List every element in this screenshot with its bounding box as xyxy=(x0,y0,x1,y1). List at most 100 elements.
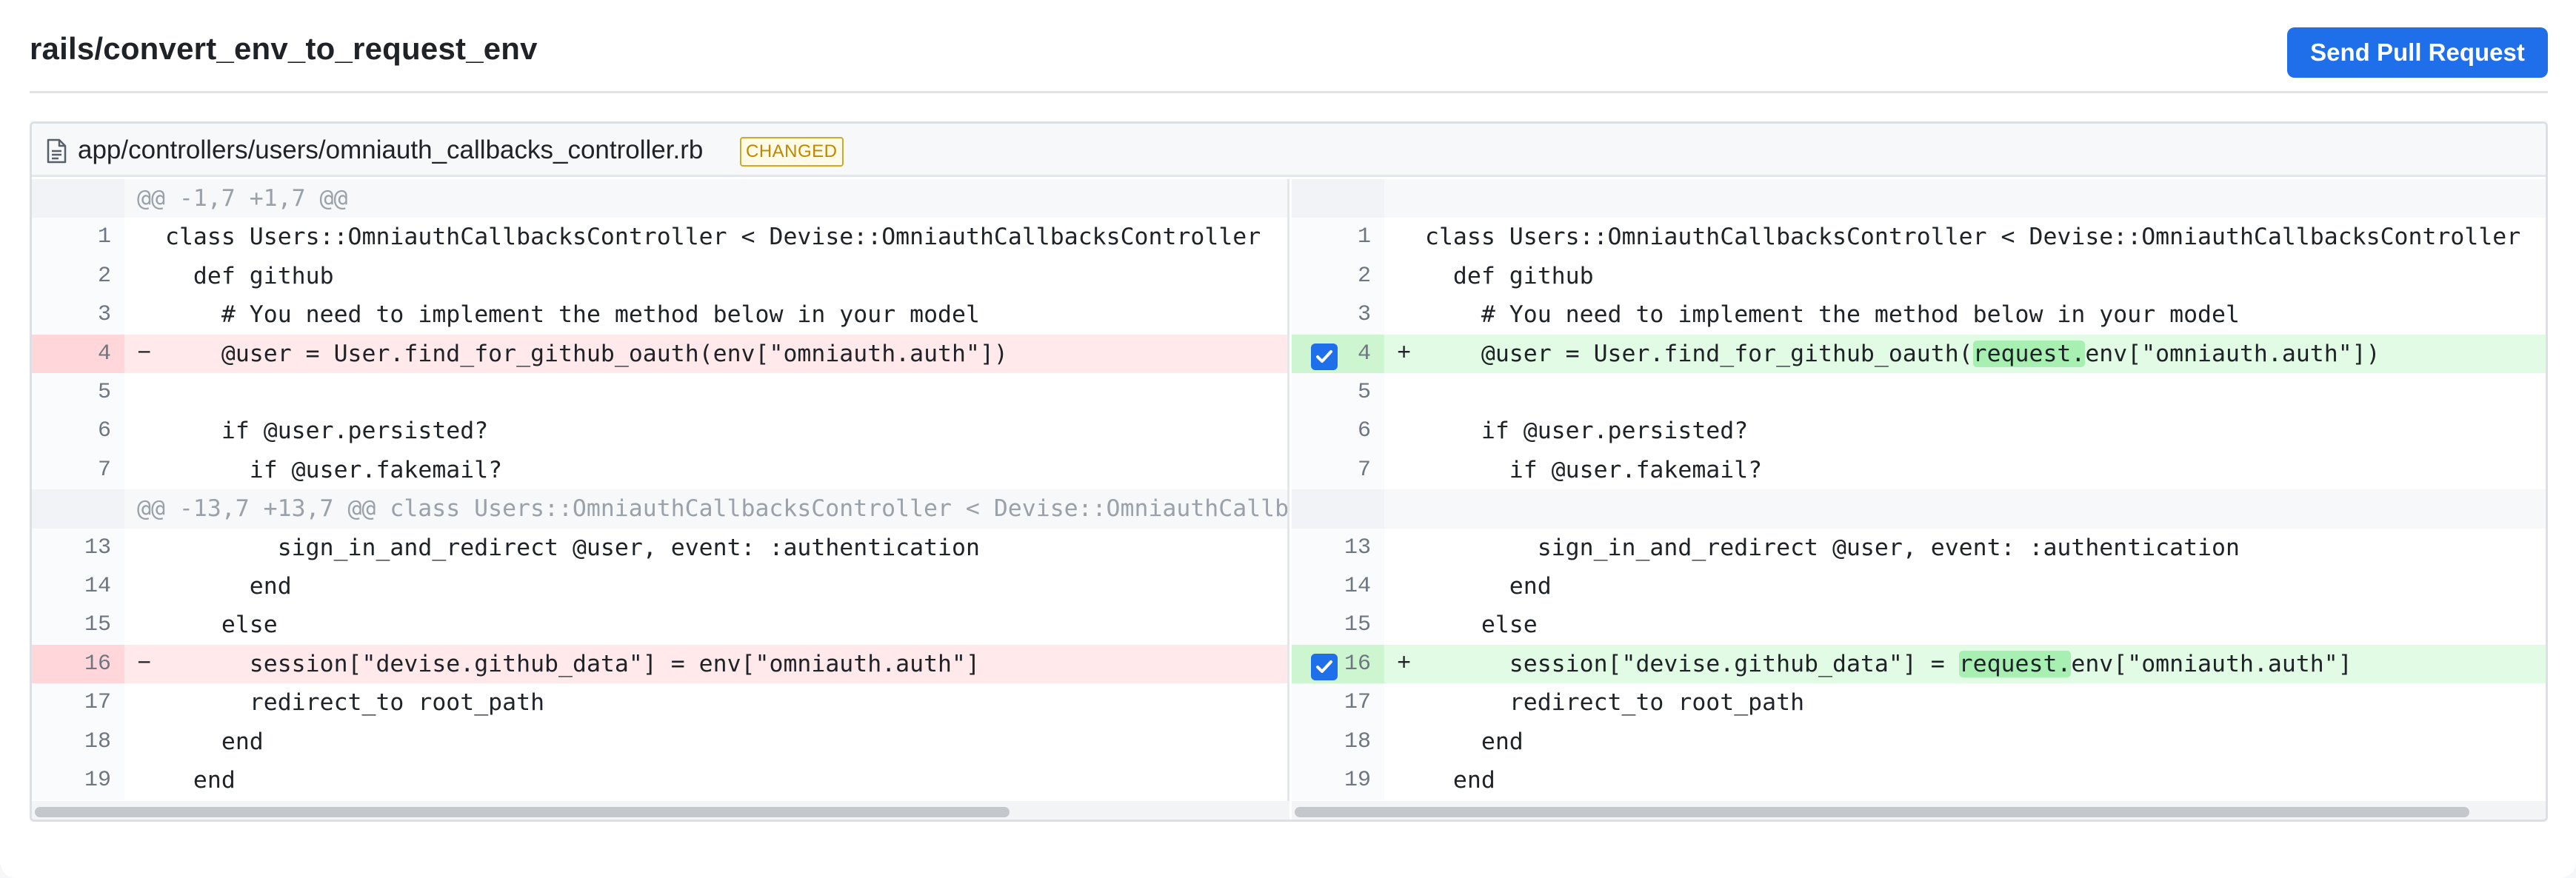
file-header: app/controllers/users/omniauth_callbacks… xyxy=(32,124,2546,177)
hunk-header-row: @@ -13,7 +13,7 @@ class Users::OmniauthC… xyxy=(32,489,1287,529)
code-text: @user = User.find_for_github_oauth(reque… xyxy=(1425,335,2380,373)
diff-sign: + xyxy=(1397,339,1412,367)
code-segment: def github xyxy=(1425,262,1594,289)
left-scrollbar-thumb[interactable] xyxy=(35,807,1010,817)
code-segment: @user = User.find_for_github_oauth( xyxy=(1425,340,1973,367)
line-number: 3 xyxy=(1357,302,1371,328)
code-text: class Users::OmniauthCallbacksController… xyxy=(1425,218,2520,256)
diff-line: 19 end xyxy=(32,761,1287,800)
diff-pane-modified[interactable]: 1 class Users::OmniauthCallbacksControlle… xyxy=(1292,179,2546,801)
code-segment: else xyxy=(1425,611,1538,639)
pull-request-card: rails/convert_env_to_request_env Send Pu… xyxy=(0,0,2576,878)
line-number: 6 xyxy=(1357,418,1371,444)
diff-line: 19 end xyxy=(1292,761,2546,800)
diff-pane-original[interactable]: @@ -1,7 +1,7 @@ 1 class Users::OmniauthCal… xyxy=(32,179,1289,801)
hunk-spacer-row xyxy=(1292,489,2546,529)
diff-line: 15 else xyxy=(1292,606,2546,645)
diff-line: 3 # You need to implement the method bel… xyxy=(1292,295,2546,335)
diff-line: 17 redirect_to root_path xyxy=(1292,683,2546,723)
hunk-spacer-row xyxy=(1292,179,2546,218)
diff-line: 14 end xyxy=(32,567,1287,606)
file-diff: app/controllers/users/omniauth_callbacks… xyxy=(30,121,2548,822)
diff-line: 5 xyxy=(32,373,1287,412)
right-horizontal-scrollbar[interactable] xyxy=(1292,801,2546,820)
line-number: 5 xyxy=(1357,380,1371,405)
code-text: sign_in_and_redirect @user, event: :auth… xyxy=(1425,529,2240,567)
diff-sign: − xyxy=(137,649,152,677)
branch-title: rails/convert_env_to_request_env xyxy=(30,31,538,66)
code-text: # You need to implement the method below… xyxy=(1425,295,2240,334)
diff-line: 13 sign_in_and_redirect @user, event: :a… xyxy=(32,528,1287,567)
page-header: rails/convert_env_to_request_env Send Pu… xyxy=(30,0,2548,93)
code-text: if @user.persisted? xyxy=(1425,412,1748,450)
line-number: 2 xyxy=(1357,263,1371,289)
diff-line: 14 end xyxy=(1292,567,2546,606)
left-horizontal-scrollbar[interactable] xyxy=(32,801,1289,820)
code-text: else xyxy=(165,611,278,639)
diff-line: 13 sign_in_and_redirect @user, event: :a… xyxy=(1292,528,2546,567)
code-segment: redirect_to root_path xyxy=(1425,689,1805,717)
line-number: 16 xyxy=(32,644,124,684)
right-scrollbar-thumb[interactable] xyxy=(1295,807,2469,817)
checkmark-icon xyxy=(1316,349,1332,363)
line-number-gutter xyxy=(1292,489,1384,529)
diff-line: 16− session["devise.github_data"] = env[… xyxy=(32,644,1287,684)
line-number-gutter: 19 xyxy=(1292,761,1384,800)
line-number-gutter: 6 xyxy=(1292,412,1384,451)
code-text: end xyxy=(1425,723,1524,761)
code-text: # You need to implement the method below… xyxy=(165,301,980,329)
line-number: 5 xyxy=(32,373,124,412)
code-segment: env["omniauth.auth"]) xyxy=(2085,340,2380,367)
line-number-gutter: 15 xyxy=(1292,606,1384,645)
line-number: 17 xyxy=(1344,690,1371,716)
line-number: 1 xyxy=(32,218,124,257)
code-text: end xyxy=(165,728,264,755)
code-segment: if @user.persisted? xyxy=(1425,418,1749,445)
line-number: 19 xyxy=(1344,768,1371,793)
send-pull-request-button[interactable]: Send Pull Request xyxy=(2287,27,2548,78)
line-number: 17 xyxy=(32,683,124,723)
code-segment: env["omniauth.auth"] xyxy=(2071,650,2352,677)
line-number: 4 xyxy=(1357,341,1371,366)
line-number-gutter: 4 xyxy=(1292,334,1384,373)
line-number-gutter: 18 xyxy=(1292,722,1384,761)
diff-line: 5 xyxy=(1292,373,2546,412)
code-text: sign_in_and_redirect @user, event: :auth… xyxy=(165,534,980,561)
diff-line: 18 end xyxy=(1292,722,2546,761)
code-text: end xyxy=(1425,567,1552,606)
code-text: end xyxy=(165,767,236,794)
line-number: 7 xyxy=(32,450,124,490)
line-number-gutter: 16 xyxy=(1292,644,1384,684)
line-number: 18 xyxy=(32,722,124,761)
include-change-checkbox[interactable] xyxy=(1311,653,1338,680)
diff-line: 7 if @user.fakemail? xyxy=(32,450,1287,490)
code-text: class Users::OmniauthCallbacksController… xyxy=(165,224,1261,251)
line-number: 4 xyxy=(32,334,124,373)
line-number-gutter: 17 xyxy=(1292,683,1384,723)
diff-line: 1 class Users::OmniauthCallbacksControlle… xyxy=(1292,218,2546,257)
line-number: 6 xyxy=(32,412,124,451)
changed-badge: CHANGED xyxy=(740,137,844,167)
checkmark-icon xyxy=(1316,660,1332,673)
file-path[interactable]: app/controllers/users/omniauth_callbacks… xyxy=(78,135,703,165)
code-text: session["devise.github_data"] = env["omn… xyxy=(165,650,980,677)
line-number: 15 xyxy=(32,606,124,645)
diff-sign: + xyxy=(1397,649,1412,677)
code-segment: class Users::OmniauthCallbacksController… xyxy=(1425,224,2521,251)
diff-sign: − xyxy=(137,339,152,367)
diff-line: 6 if @user.persisted? xyxy=(1292,412,2546,451)
code-segment: # You need to implement the method below… xyxy=(1425,301,2240,329)
include-change-checkbox[interactable] xyxy=(1311,343,1338,370)
line-number: 3 xyxy=(32,295,124,335)
code-segment: end xyxy=(1425,767,1495,794)
line-number: 7 xyxy=(1357,457,1371,483)
code-text: if @user.fakemail? xyxy=(165,456,503,483)
code-segment: session["devise.github_data"] = xyxy=(1425,650,1959,677)
line-number-gutter: 5 xyxy=(1292,373,1384,412)
code-text: @user = User.find_for_github_oauth(env["… xyxy=(165,340,1008,367)
hunk-header-row: @@ -1,7 +1,7 @@ xyxy=(32,179,1287,218)
diff-line: 18 end xyxy=(32,722,1287,761)
diff-line: 16 + session["devise.github_data"] = requ… xyxy=(1292,644,2546,684)
diff-line: 6 if @user.persisted? xyxy=(32,412,1287,451)
code-text: def github xyxy=(1425,257,1594,295)
